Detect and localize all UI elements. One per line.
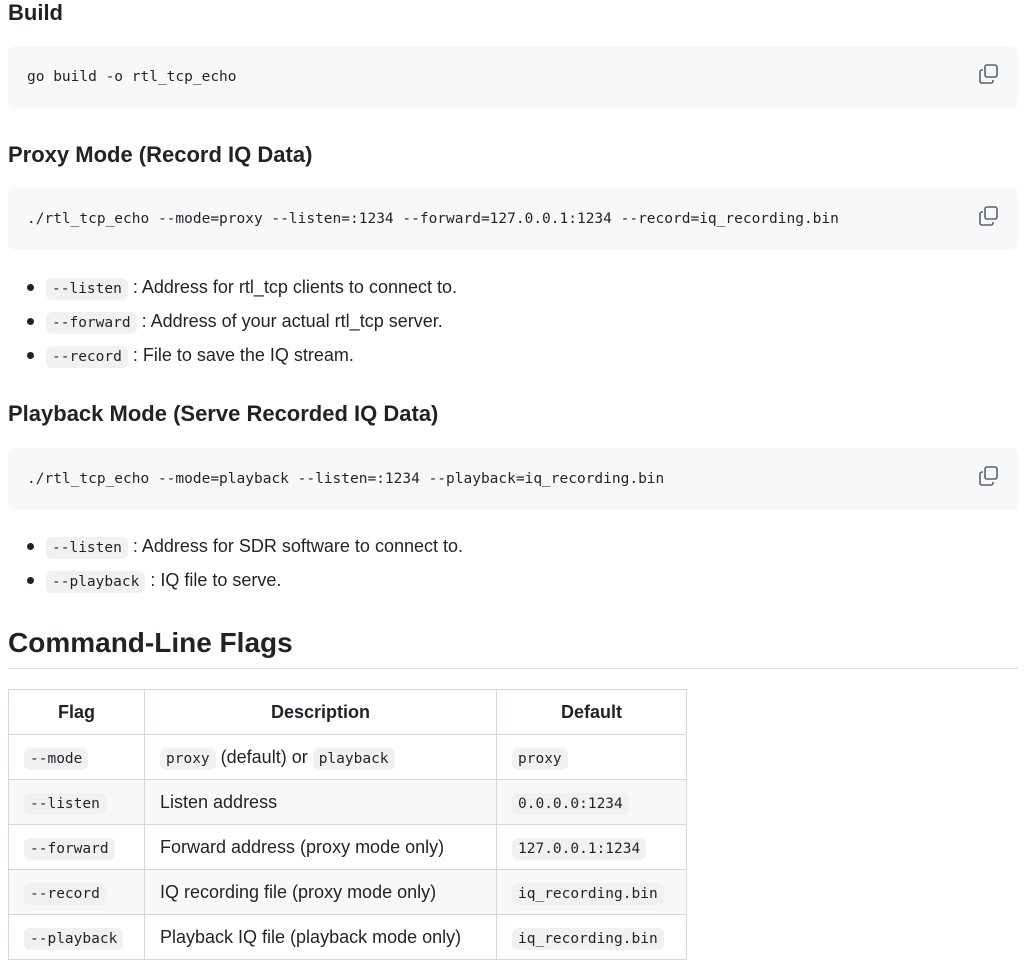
list-item-text: : File to save the IQ stream. [127, 345, 354, 365]
list-item-text: : IQ file to serve. [145, 570, 282, 590]
copy-icon[interactable] [978, 465, 1000, 487]
inline-code: --record [24, 882, 106, 905]
proxy-flag-list: --listen : Address for rtl_tcp clients t… [8, 270, 457, 372]
cell-flag: --mode [8, 734, 145, 780]
code-proxy: ./rtl_tcp_echo --mode=proxy --listen=:12… [27, 211, 839, 227]
heading-proxy-mode: Proxy Mode (Record IQ Data) [8, 142, 313, 167]
copy-icon[interactable] [978, 205, 1000, 227]
cell-default: iq_recording.bin [496, 869, 687, 915]
heading-divider [8, 668, 1018, 669]
inline-code: iq_recording.bin [512, 927, 664, 950]
table-row: --forward Forward address (proxy mode on… [8, 824, 687, 870]
code-playback: ./rtl_tcp_echo --mode=playback --listen=… [27, 471, 665, 487]
cell-description: Forward address (proxy mode only) [144, 824, 497, 870]
inline-code: --playback [46, 571, 146, 593]
list-item-text: : Address for rtl_tcp clients to connect… [127, 277, 458, 297]
list-item: --forward : Address of your actual rtl_t… [8, 304, 457, 338]
cell-default: 127.0.0.1:1234 [496, 824, 687, 870]
cell-default: iq_recording.bin [496, 914, 687, 960]
inline-code: --mode [24, 747, 89, 770]
table-header-row: Flag Description Default [8, 689, 687, 735]
cell-description: Listen address [144, 779, 497, 825]
cell-description: Playback IQ file (playback mode only) [144, 914, 497, 960]
list-item-text: : Address of your actual rtl_tcp server. [136, 311, 443, 331]
code-build: go build -o rtl_tcp_echo [27, 69, 237, 85]
inline-code: --forward [46, 312, 137, 334]
list-item: --listen : Address for SDR software to c… [8, 529, 463, 563]
table-row: --record IQ recording file (proxy mode o… [8, 869, 687, 915]
inline-code: iq_recording.bin [512, 882, 664, 905]
heading-playback-mode: Playback Mode (Serve Recorded IQ Data) [8, 401, 439, 426]
flags-table: Flag Description Default --mode proxy (d… [8, 689, 687, 960]
playback-flag-list: --listen : Address for SDR software to c… [8, 529, 463, 597]
cell-flag: --record [8, 869, 145, 915]
inline-code: 127.0.0.1:1234 [512, 837, 647, 860]
code-block-playback: ./rtl_tcp_echo --mode=playback --listen=… [8, 448, 1018, 510]
inline-code: 0.0.0.0:1234 [512, 792, 629, 815]
cell-description: IQ recording file (proxy mode only) [144, 869, 497, 915]
inline-code: --playback [24, 927, 124, 950]
list-item: --playback : IQ file to serve. [8, 563, 463, 597]
column-header-flag: Flag [8, 689, 145, 735]
column-header-description: Description [144, 689, 497, 735]
table-row: --playback Playback IQ file (playback mo… [8, 914, 687, 960]
inline-code: proxy [160, 747, 216, 770]
inline-code: --listen [24, 792, 106, 815]
cell-text: (default) or [215, 746, 313, 767]
inline-code: --listen [46, 278, 128, 300]
inline-code: proxy [512, 747, 568, 770]
cell-default: proxy [496, 734, 687, 780]
inline-code: --forward [24, 837, 115, 860]
code-block-build: go build -o rtl_tcp_echo [8, 46, 1018, 108]
list-item: --record : File to save the IQ stream. [8, 338, 457, 372]
list-item: --listen : Address for rtl_tcp clients t… [8, 270, 457, 304]
cell-description: proxy (default) or playback [144, 734, 497, 780]
copy-icon[interactable] [978, 63, 1000, 85]
code-block-proxy: ./rtl_tcp_echo --mode=proxy --listen=:12… [8, 188, 1018, 250]
table-row: --mode proxy (default) or playback proxy [8, 734, 687, 780]
heading-build: Build [8, 0, 63, 25]
inline-code: --record [46, 346, 128, 368]
column-header-default: Default [496, 689, 687, 735]
cell-flag: --playback [8, 914, 145, 960]
list-item-text: : Address for SDR software to connect to… [127, 536, 463, 556]
inline-code: --listen [46, 537, 128, 559]
table-row: --listen Listen address 0.0.0.0:1234 [8, 779, 687, 825]
cell-flag: --listen [8, 779, 145, 825]
inline-code: playback [312, 747, 395, 770]
heading-command-line-flags: Command-Line Flags [8, 627, 293, 658]
cell-flag: --forward [8, 824, 145, 870]
cell-default: 0.0.0.0:1234 [496, 779, 687, 825]
